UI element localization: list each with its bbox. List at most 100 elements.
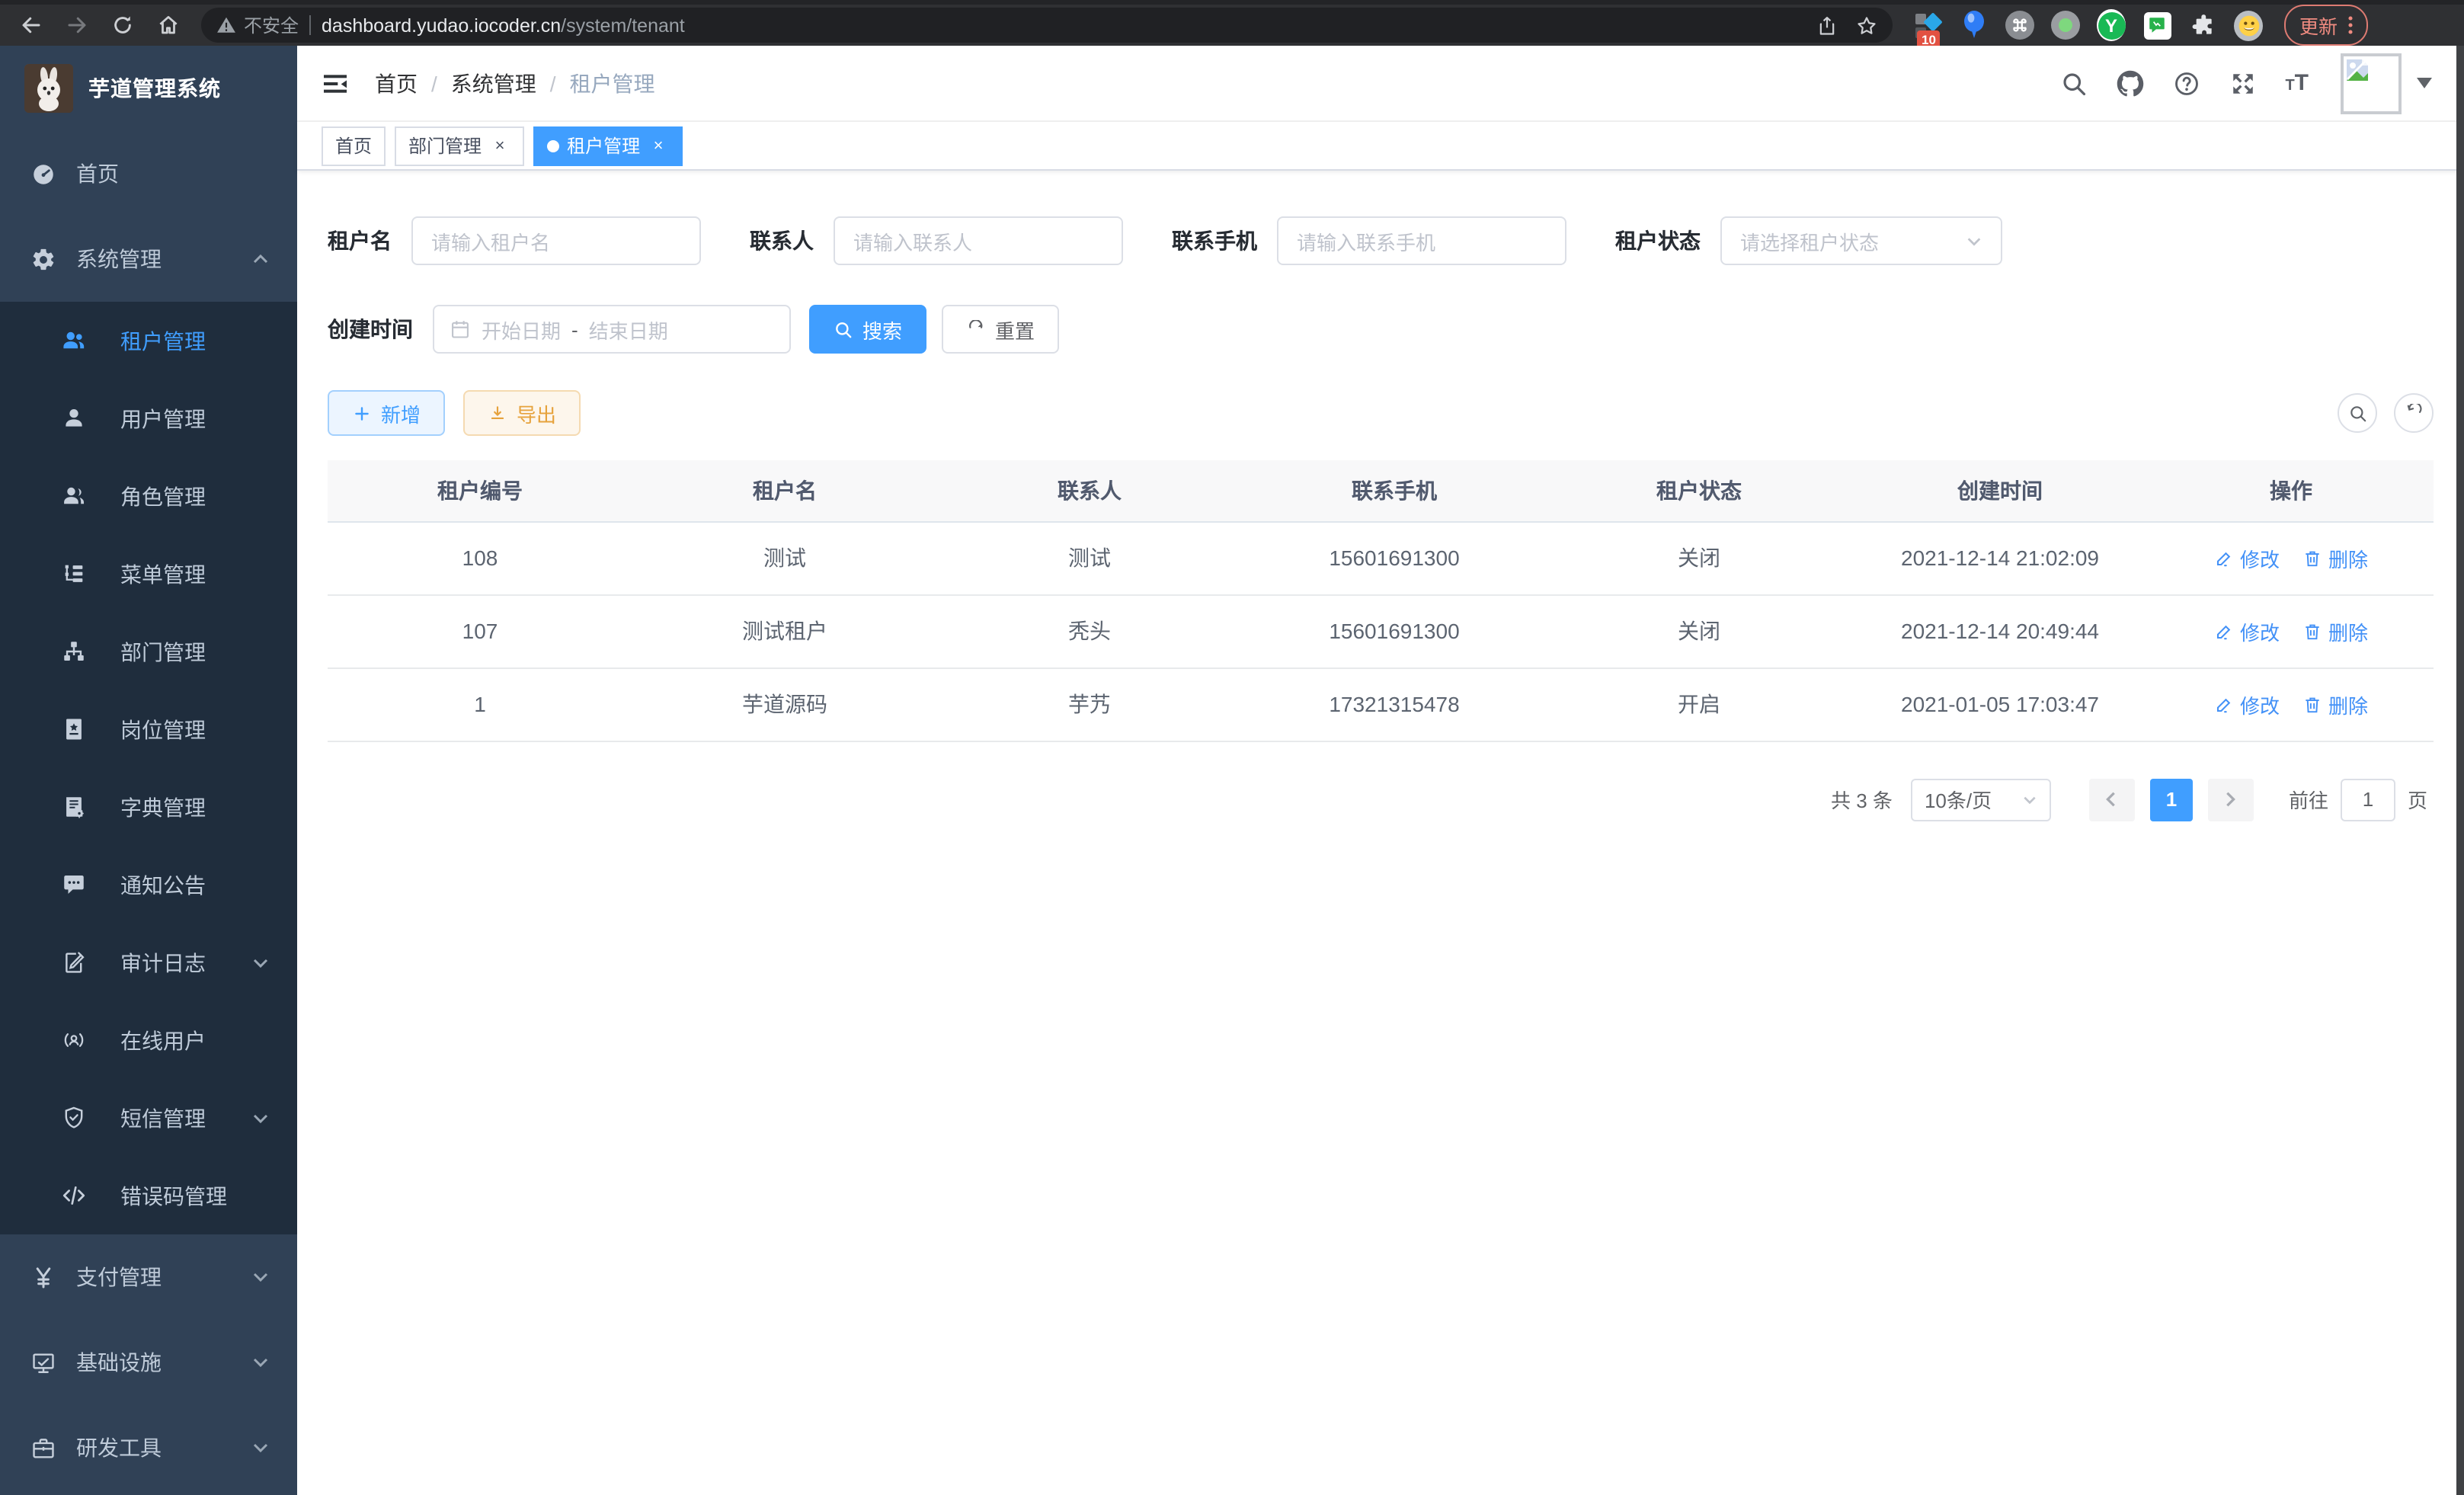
close-icon[interactable]: × (648, 136, 669, 155)
diamond-extension-icon[interactable]: 10 (1914, 11, 1943, 40)
sidebar-item-岗位管理[interactable]: 岗位管理 (0, 690, 297, 768)
reset-button[interactable]: 重置 (942, 305, 1059, 354)
breadcrumb-item-系统管理[interactable]: 系统管理 (451, 68, 536, 98)
sidebar-item-通知公告[interactable]: 通知公告 (0, 846, 297, 924)
filter-input-租户名[interactable]: 请输入租户名 (411, 216, 701, 265)
sidebar-item-系统管理[interactable]: 系统管理 (0, 216, 297, 302)
app-logo (24, 64, 73, 113)
app-title: 芋道管理系统 (88, 73, 221, 104)
sidebar-fold-icon[interactable] (320, 68, 350, 98)
close-icon[interactable]: × (489, 136, 510, 155)
page-number-1[interactable]: 1 (2150, 778, 2193, 821)
post-icon (61, 716, 87, 742)
edit-link[interactable]: 修改 (2214, 616, 2280, 645)
menu-tree-icon (61, 561, 87, 587)
delete-link[interactable]: 删除 (2302, 543, 2368, 572)
sidebar-item-支付管理[interactable]: 支付管理 (0, 1234, 297, 1320)
edit-icon (2214, 621, 2234, 641)
header-search-icon[interactable] (2059, 69, 2087, 97)
fullscreen-icon[interactable] (2229, 69, 2256, 97)
sidebar-item-label: 基础设施 (76, 1347, 251, 1378)
status-select[interactable]: 请选择租户状态 (1720, 216, 2002, 265)
goto-page-input[interactable]: 1 (2341, 778, 2395, 821)
edit-link[interactable]: 修改 (2214, 543, 2280, 572)
next-page-button[interactable] (2208, 778, 2254, 821)
chat-extension-icon[interactable] (2142, 11, 2171, 40)
sidebar-item-部门管理[interactable]: 部门管理 (0, 613, 297, 690)
font-size-icon[interactable]: TT (2285, 72, 2309, 94)
sidebar-item-用户管理[interactable]: 用户管理 (0, 379, 297, 457)
sidebar-item-label: 支付管理 (76, 1262, 251, 1292)
sidebar-item-字典管理[interactable]: 字典管理 (0, 768, 297, 846)
column-header-联系人: 联系人 (937, 460, 1242, 521)
sidebar: 芋道管理系统 首页系统管理租户管理用户管理角色管理菜单管理部门管理岗位管理字典管… (0, 46, 297, 1495)
back-icon[interactable] (12, 7, 49, 43)
export-button[interactable]: 导出 (463, 390, 581, 436)
breadcrumb-item-首页[interactable]: 首页 (375, 68, 418, 98)
balloon-extension-icon[interactable] (1960, 11, 1989, 40)
sidebar-item-基础设施[interactable]: 基础设施 (0, 1320, 297, 1405)
toggle-search-button[interactable] (2338, 393, 2377, 433)
prev-page-button[interactable] (2089, 778, 2135, 821)
share-icon[interactable] (1816, 14, 1838, 36)
edit-link[interactable]: 修改 (2214, 690, 2280, 719)
sidebar-item-角色管理[interactable]: 角色管理 (0, 457, 297, 535)
sidebar-item-租户管理[interactable]: 租户管理 (0, 302, 297, 379)
security-label: 不安全 (244, 12, 299, 38)
delete-link[interactable]: 删除 (2302, 690, 2368, 719)
pay-icon (30, 1264, 56, 1290)
kebab-menu-icon[interactable] (2348, 15, 2353, 35)
home-icon[interactable] (149, 7, 186, 43)
date-range-picker[interactable]: 开始日期 - 结束日期 (433, 305, 791, 354)
tag-部门管理[interactable]: 部门管理× (395, 126, 524, 165)
update-button[interactable]: 更新 (2284, 5, 2368, 46)
url-text[interactable]: dashboard.yudao.iocoder.cn/system/tenant (322, 14, 1806, 36)
sidebar-item-短信管理[interactable]: 短信管理 (0, 1079, 297, 1157)
filter-input-联系人[interactable]: 请输入联系人 (834, 216, 1123, 265)
avatar-caret-down-icon[interactable] (2417, 78, 2432, 88)
search-button[interactable]: 搜索 (809, 305, 926, 354)
cell-id: 108 (328, 521, 632, 594)
delete-link[interactable]: 删除 (2302, 616, 2368, 645)
filter-input-联系手机[interactable]: 请输入联系手机 (1277, 216, 1566, 265)
date-separator: - (571, 318, 578, 341)
filter-label: 联系人 (750, 226, 814, 256)
reload-icon[interactable] (104, 7, 140, 43)
avatar[interactable] (2341, 53, 2402, 114)
sidebar-item-在线用户[interactable]: 在线用户 (0, 1001, 297, 1079)
cell-id: 1 (328, 667, 632, 741)
sidebar-item-首页[interactable]: 首页 (0, 131, 297, 216)
add-button[interactable]: 新增 (328, 390, 445, 436)
window-scrollbar[interactable] (2456, 46, 2464, 1495)
tag-租户管理[interactable]: 租户管理× (533, 126, 683, 165)
bookmark-star-icon[interactable] (1856, 14, 1877, 36)
page-size-select[interactable]: 10条/页 (1911, 778, 2051, 821)
dashboard-icon (30, 161, 56, 187)
github-icon[interactable] (2116, 69, 2143, 97)
tag-首页[interactable]: 首页 (322, 126, 386, 165)
address-bar[interactable]: 不安全 dashboard.yudao.iocoder.cn/system/te… (201, 8, 1893, 43)
puzzle-extension-icon[interactable] (2188, 11, 2217, 40)
refresh-table-button[interactable] (2394, 393, 2434, 433)
forward-icon[interactable] (58, 7, 94, 43)
emoji-extension-icon[interactable] (2234, 11, 2263, 40)
command-extension-icon[interactable] (2005, 11, 2034, 40)
sidebar-item-label: 部门管理 (120, 636, 270, 667)
download-icon (488, 403, 507, 423)
site-security[interactable]: 不安全 (216, 12, 299, 38)
active-tag-dot (547, 139, 559, 152)
notice-icon (61, 872, 87, 898)
record-extension-icon[interactable] (2051, 11, 2080, 40)
cell-actions: 修改删除 (2149, 594, 2434, 667)
edit-icon (2214, 694, 2234, 714)
sidebar-item-label: 租户管理 (120, 325, 270, 356)
filter-label: 租户状态 (1615, 226, 1701, 256)
sidebar-item-审计日志[interactable]: 审计日志 (0, 924, 297, 1001)
sidebar-item-菜单管理[interactable]: 菜单管理 (0, 535, 297, 613)
y-logo-extension-icon[interactable]: Y (2097, 11, 2126, 40)
sidebar-item-错误码管理[interactable]: 错误码管理 (0, 1157, 297, 1234)
sidebar-logo-row[interactable]: 芋道管理系统 (0, 46, 297, 131)
sidebar-item-研发工具[interactable]: 研发工具 (0, 1405, 297, 1490)
chevron-down-icon (251, 1439, 270, 1457)
help-icon[interactable] (2172, 69, 2200, 97)
